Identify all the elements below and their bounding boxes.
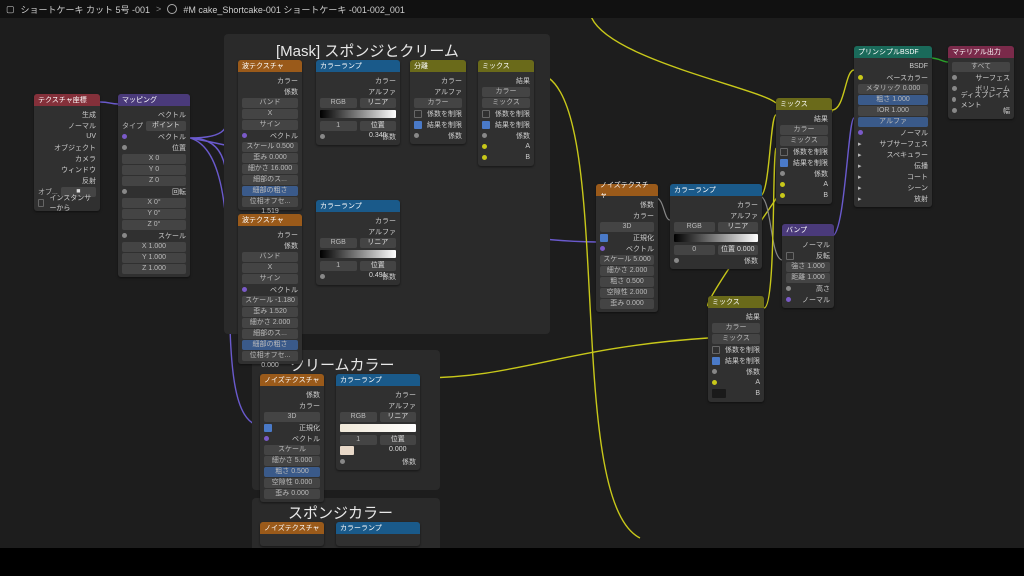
node-texture-coordinate[interactable]: テクスチャ座標 生成 ノーマル UV オブジェクト カメラ ウィンドウ 反射 オ… xyxy=(34,94,100,211)
node-wave-texture-2[interactable]: 波テクスチャ カラー 係数 バンド X サイン ベクトル スケール -1.180… xyxy=(238,214,302,364)
material-icon xyxy=(167,4,177,14)
bottom-bar xyxy=(0,548,1024,576)
crumb-object[interactable]: ショートケーキ カット 5号 -001 xyxy=(21,3,151,16)
node-mix-1[interactable]: ミックス 結果 カラー ミックス 係数を制限 結果を制限 係数 A B xyxy=(478,60,534,166)
node-mix-3[interactable]: ミックス 結果 カラー ミックス 係数を制限 結果を制限 係数 A B xyxy=(708,296,764,402)
object-icon: ▢ xyxy=(6,4,15,15)
crumb-material[interactable]: #M cake_Shortcake-001 ショートケーキ -001-002_0… xyxy=(183,3,405,16)
node-principled-bsdf[interactable]: プリンシプルBSDF BSDF ベースカラー メタリック 0.000 粗さ 1.… xyxy=(854,46,932,207)
node-separate[interactable]: 分離 カラー アルファ カラー 係数を制限 結果を制限 係数 xyxy=(410,60,466,144)
node-mix-2[interactable]: ミックス 結果 カラー ミックス 係数を制限 結果を制限 係数 A B xyxy=(776,98,832,204)
node-editor-canvas[interactable]: [Mask] スポンジとクリーム クリームカラー スポンジカラー テクスチャ座標… xyxy=(0,18,1024,576)
node-wave-texture-1[interactable]: 波テクスチャ カラー 係数 バンド X サイン ベクトル スケール 0.500 … xyxy=(238,60,302,210)
breadcrumb-bar: ▢ ショートケーキ カット 5号 -001 > #M cake_Shortcak… xyxy=(0,0,1024,18)
color-swatch[interactable] xyxy=(340,446,354,455)
node-noise-texture-3[interactable]: ノイズテクスチャ xyxy=(260,522,324,546)
frame-cream-label: クリームカラー xyxy=(290,354,395,375)
checkbox[interactable] xyxy=(38,199,44,207)
node-color-ramp-2[interactable]: カラーランプ カラー アルファ RGBリニア 1位置 0.491 係数 xyxy=(316,200,400,285)
node-bump[interactable]: バンプ ノーマル 反転 強さ 1.000 距離 1.000 高さ ノーマル xyxy=(782,224,834,308)
node-header[interactable]: マッピング xyxy=(118,94,190,106)
node-color-ramp-1[interactable]: カラーランプ カラー アルファ RGBリニア 1位置 0.340 係数 xyxy=(316,60,400,145)
node-noise-texture-1[interactable]: ノイズテクスチャ 係数 カラー 3D 正規化 ベクトル スケール 500.000… xyxy=(260,374,324,502)
frame-sponge-label: スポンジカラー xyxy=(288,502,393,523)
node-noise-texture-2[interactable]: ノイズテクスチャ 係数 カラー 3D 正規化 ベクトル スケール 5.000 細… xyxy=(596,184,658,312)
node-color-ramp-4[interactable]: カラーランプ カラー アルファ RGBリニア 0位置 0.000 係数 xyxy=(670,184,762,269)
chevron-icon: > xyxy=(156,4,161,14)
color-ramp-gradient[interactable] xyxy=(320,110,396,118)
node-material-output[interactable]: マテリアル出力 すべて サーフェス ボリューム ディスプレイスメント 幅 xyxy=(948,46,1014,119)
node-color-ramp-3[interactable]: カラーランプ カラー アルファ RGBリニア 1位置 0.000 係数 xyxy=(336,374,420,470)
node-mapping[interactable]: マッピング ベクトル タイプポイント ベクトル 位置 X 0 Y 0 Z 0 回… xyxy=(118,94,190,277)
frame-mask-label: [Mask] スポンジとクリーム xyxy=(276,40,459,61)
node-header[interactable]: テクスチャ座標 xyxy=(34,94,100,106)
node-color-ramp-5[interactable]: カラーランプ xyxy=(336,522,420,546)
